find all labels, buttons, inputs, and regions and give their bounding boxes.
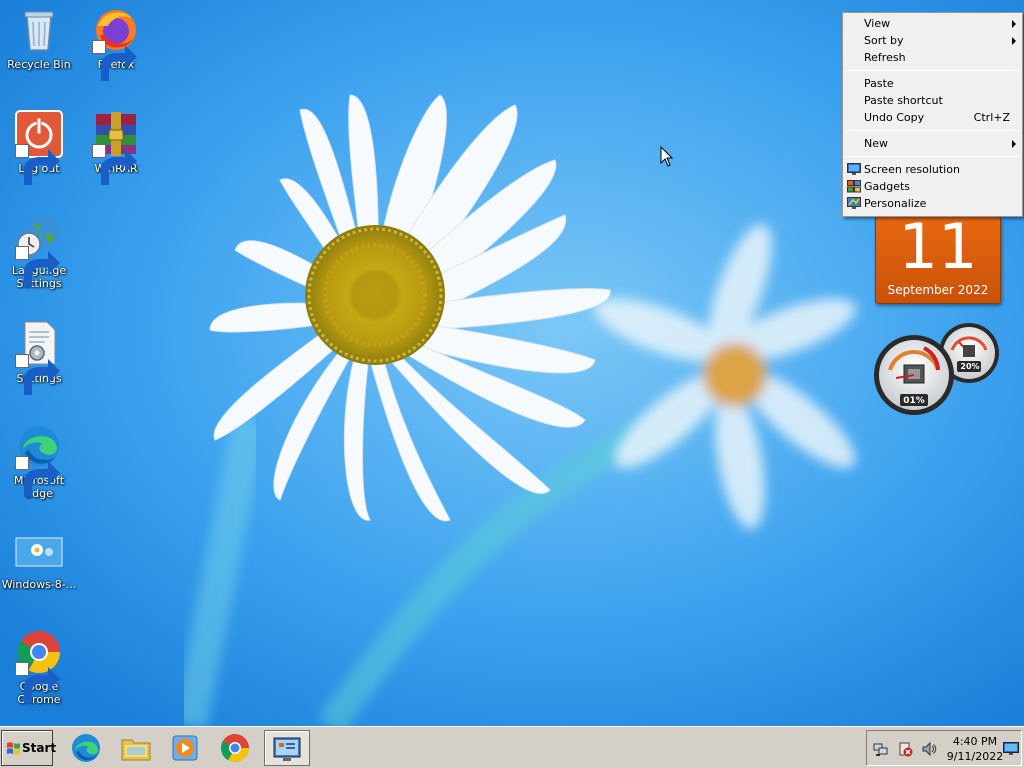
cpu-percent-label: 01% (903, 396, 925, 406)
taskbar: Start 4:40 PM 9/11/2022 (0, 726, 1024, 768)
start-button-label: Start (22, 741, 57, 755)
menu-item-label: Sort by (864, 34, 904, 47)
menu-item-label: Paste (864, 77, 894, 90)
power-icon (15, 110, 63, 185)
menu-item-sort-by[interactable]: Sort by (843, 32, 1022, 49)
menu-item-label: Gadgets (864, 180, 911, 193)
desktop-icon-settings[interactable]: Settings (0, 320, 78, 395)
menu-item-label: Screen resolution (864, 163, 960, 176)
memory-percent-label: 20% (960, 362, 980, 371)
calendar-gadget[interactable]: 11 September 2022 (875, 216, 1001, 304)
menu-item-label: Undo Copy (864, 111, 925, 124)
personalize-icon (847, 197, 861, 209)
firefox-icon (92, 6, 140, 81)
desktop-icon-microsoft-edge[interactable]: Microsoft Edge (0, 422, 78, 500)
menu-item-view[interactable]: View (843, 15, 1022, 32)
menu-item-label: Personalize (864, 197, 927, 210)
edge-icon (72, 734, 100, 762)
clock-date[interactable]: 9/11/2022 (943, 750, 1007, 763)
menu-item-label: Refresh (864, 51, 906, 64)
desktop-icon-windows-8-image[interactable]: Windows-8-... (0, 526, 78, 591)
menu-item-label: Paste shortcut (864, 94, 943, 107)
desktop-icon-label: Windows-8-... (1, 578, 77, 591)
show-desktop-icon[interactable] (1003, 742, 1019, 756)
winrar-icon (92, 110, 140, 185)
calendar-day: 11 (898, 210, 978, 283)
taskbar-app-edge[interactable] (67, 730, 105, 766)
shortcut-arrow-icon (15, 456, 60, 497)
clock-time[interactable]: 4:40 PM (943, 735, 1007, 748)
submenu-arrow-icon (1012, 140, 1016, 148)
image-file-icon (15, 526, 63, 574)
desktop-icon-label: Recycle Bin (7, 58, 71, 71)
shortcut-arrow-icon (15, 662, 60, 703)
menu-item-gadgets[interactable]: Gadgets (843, 178, 1022, 195)
globe-clock-icon (15, 212, 63, 287)
menu-item-refresh[interactable]: Refresh (843, 49, 1022, 66)
media-player-icon (172, 735, 198, 761)
recycle-bin-icon (15, 6, 63, 54)
cpu-meter-dials (874, 323, 999, 415)
menu-separator (845, 156, 1020, 157)
desktop-icon-language-settings[interactable]: Language Settings (0, 212, 78, 290)
desktop-icon-google-chrome[interactable]: Google Chrome (0, 628, 78, 706)
menu-item-label: New (864, 137, 888, 150)
menu-item-paste-shortcut[interactable]: Paste shortcut (843, 92, 1022, 109)
shortcut-arrow-icon (15, 354, 60, 395)
shortcut-arrow-icon (15, 144, 60, 185)
monitor-icon (847, 163, 861, 175)
menu-item-screen-resolution[interactable]: Screen resolution (843, 161, 1022, 178)
shortcut-arrow-icon (92, 40, 137, 81)
windows-logo-icon (7, 742, 20, 755)
file-explorer-icon (121, 739, 151, 761)
taskbar-app-media-player[interactable] (166, 730, 204, 766)
calendar-month-year: September 2022 (887, 283, 989, 297)
submenu-arrow-icon (1012, 20, 1016, 28)
chrome-icon (15, 628, 63, 703)
menu-item-personalize[interactable]: Personalize (843, 195, 1022, 212)
volume-icon[interactable] (921, 741, 937, 757)
shortcut-arrow-icon (92, 144, 137, 185)
taskbar-app-control-panel[interactable] (264, 730, 310, 766)
desktop-icon-log-out[interactable]: Log out (0, 110, 78, 185)
mouse-cursor-icon (660, 146, 674, 167)
gadgets-icon (847, 180, 861, 193)
shortcut-arrow-icon (15, 246, 60, 287)
action-center-icon[interactable] (897, 741, 913, 757)
start-button[interactable]: Start (1, 730, 57, 766)
taskbar-app-chrome[interactable] (216, 730, 254, 766)
settings-document-icon (15, 320, 63, 395)
desktop-icon-winrar[interactable]: WinRAR (77, 110, 155, 185)
menu-item-accelerator: Ctrl+Z (973, 111, 1010, 124)
control-panel-icon (273, 737, 301, 761)
desktop-icon-recycle-bin[interactable]: Recycle Bin (0, 6, 78, 71)
cpu-meter-gadget[interactable]: 20% 01% (872, 320, 1002, 420)
desktop-context-menu: View Sort by Refresh Paste Paste shortcu… (842, 12, 1023, 217)
menu-item-label: View (864, 17, 891, 30)
edge-icon (15, 422, 63, 497)
taskbar-app-file-explorer[interactable] (117, 730, 155, 766)
chrome-icon (221, 734, 249, 762)
submenu-arrow-icon (1012, 37, 1016, 45)
system-tray: 4:40 PM 9/11/2022 (866, 730, 1022, 766)
menu-item-paste[interactable]: Paste (843, 75, 1022, 92)
desktop-icon-firefox[interactable]: Firefox (77, 6, 155, 81)
menu-item-undo-copy[interactable]: Undo Copy Ctrl+Z (843, 109, 1022, 126)
menu-separator (845, 70, 1020, 71)
menu-separator (845, 130, 1020, 131)
network-icon[interactable] (873, 741, 889, 757)
menu-item-new[interactable]: New (843, 135, 1022, 152)
